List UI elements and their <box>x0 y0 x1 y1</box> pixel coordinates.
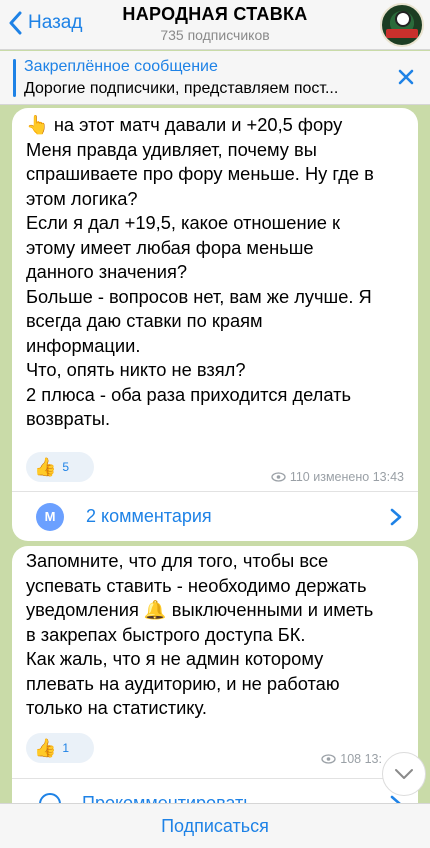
subscribe-button[interactable]: Подписаться <box>161 816 269 837</box>
message-text: Запомните, что для того, чтобы все успев… <box>26 550 374 718</box>
pinned-indicator <box>13 59 16 97</box>
soccer-ball-icon <box>395 11 411 27</box>
commenter-avatar: М <box>36 502 64 531</box>
comment-label: Прокомментировать <box>82 793 253 803</box>
eye-icon <box>321 754 336 764</box>
thumbs-up-icon: 👍 <box>34 737 57 758</box>
close-icon[interactable] <box>394 65 418 89</box>
comments-label: 2 комментария <box>86 506 212 526</box>
edited-label: изменено <box>313 470 370 484</box>
message-meta: 108 13: <box>321 752 382 766</box>
reaction-count: 5 <box>62 460 70 474</box>
subscriber-count: 735 подписчиков <box>160 27 270 43</box>
channel-info[interactable]: НАРОДНАЯ СТАВКА 735 подписчиков <box>100 4 330 43</box>
comment-button[interactable]: Прокомментировать <box>12 778 418 803</box>
chat-header: Назад НАРОДНАЯ СТАВКА 735 подписчиков <box>0 0 430 50</box>
message-time: 13:43 <box>372 470 404 484</box>
chevron-right-icon <box>390 508 402 526</box>
message-text: 👆 на этот матч давали и +20,5 фору Меня … <box>26 114 374 429</box>
eye-icon <box>271 472 286 482</box>
pinned-title: Закреплённое сообщение <box>24 58 218 75</box>
chevron-down-icon <box>395 769 413 779</box>
comments-button[interactable]: М 2 комментария <box>12 491 418 541</box>
subscribe-bar: Подписаться <box>0 803 430 848</box>
message-bubble: Запомните, что для того, чтобы все успев… <box>12 546 418 803</box>
reaction-thumbs-up[interactable]: 👍 5 <box>26 452 94 482</box>
scroll-down-button[interactable] <box>382 752 426 796</box>
chevron-right-icon <box>390 795 401 803</box>
pinned-message-bar[interactable]: Закреплённое сообщение Дорогие подписчик… <box>0 51 430 105</box>
reaction-count: 1 <box>62 741 70 755</box>
channel-avatar[interactable] <box>380 3 424 47</box>
comment-circle-icon <box>39 792 61 803</box>
pinned-text: Дорогие подписчики, представляем пост... <box>24 80 339 97</box>
view-count: 110 <box>289 470 310 484</box>
reaction-thumbs-up[interactable]: 👍 1 <box>26 733 94 763</box>
back-button[interactable]: Назад <box>8 8 82 38</box>
back-label: Назад <box>28 12 83 33</box>
channel-title: НАРОДНАЯ СТАВКА <box>122 4 308 24</box>
message-meta: 110 изменено 13:43 <box>271 470 404 484</box>
message-bubble: 👆 на этот матч давали и +20,5 фору Меня … <box>12 108 418 541</box>
view-count-and-time: 108 13: <box>340 752 382 766</box>
thumbs-up-icon: 👍 <box>34 456 57 477</box>
chevron-left-icon <box>9 11 22 35</box>
